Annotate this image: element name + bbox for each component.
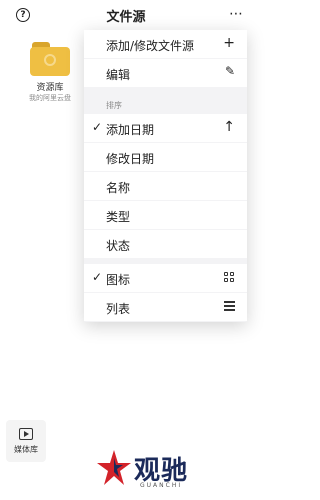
menu-item-label: 状态	[106, 239, 131, 253]
check-icon: ✓	[92, 120, 103, 134]
context-menu: 添加/修改文件源 + 编辑 ✎ 排序 ✓ 添加日期 ↑ 修改日期 名称 类型 状…	[84, 30, 247, 322]
list-icon	[224, 301, 235, 311]
source-item-subtitle: 我的阿里云盘	[29, 94, 71, 102]
plus-icon: +	[223, 35, 235, 51]
menu-item-sort-status[interactable]: 状态	[84, 230, 247, 258]
folder-icon	[30, 42, 70, 76]
menu-item-view-icons[interactable]: ✓ 图标	[84, 264, 247, 292]
grid-icon	[224, 272, 235, 283]
menu-item-sort-name[interactable]: 名称	[84, 172, 247, 200]
source-item-name: 资源库	[36, 83, 64, 93]
arrow-up-icon: ↑	[223, 119, 235, 135]
sort-section-header: 排序	[106, 101, 122, 110]
menu-item-label: 添加日期	[106, 123, 155, 137]
tab-label: 媒体库	[14, 445, 38, 454]
menu-item-label: 类型	[106, 210, 131, 224]
more-icon[interactable]: ⋯	[229, 7, 243, 21]
check-icon: ✓	[92, 270, 103, 284]
menu-item-label: 添加/修改文件源	[106, 39, 195, 53]
menu-item-edit[interactable]: 编辑 ✎	[84, 59, 247, 87]
menu-item-sort-date-added[interactable]: ✓ 添加日期 ↑	[84, 114, 247, 142]
page-title: 文件源	[106, 10, 146, 25]
menu-item-add-edit-source[interactable]: 添加/修改文件源 +	[84, 30, 247, 58]
menu-item-sort-type[interactable]: 类型	[84, 201, 247, 229]
star-logo-icon	[97, 450, 131, 485]
menu-item-view-list[interactable]: 列表	[84, 293, 247, 321]
pencil-icon: ✎	[224, 64, 235, 78]
menu-item-label: 名称	[106, 181, 131, 195]
watermark-logo: 观驰 GUANCHI	[96, 448, 216, 496]
menu-item-label: 编辑	[106, 68, 131, 82]
menu-item-sort-date-modified[interactable]: 修改日期	[84, 143, 247, 171]
tab-media-library[interactable]: 媒体库	[6, 420, 46, 462]
source-item-library[interactable]: 资源库 我的阿里云盘	[26, 42, 74, 103]
menu-item-label: 修改日期	[106, 152, 155, 166]
play-icon	[19, 428, 33, 440]
top-bar: ? 文件源 ⋯	[0, 0, 252, 30]
watermark-subtext: GUANCHI	[140, 482, 183, 489]
menu-item-label: 图标	[106, 273, 131, 287]
menu-item-label: 列表	[106, 302, 131, 316]
